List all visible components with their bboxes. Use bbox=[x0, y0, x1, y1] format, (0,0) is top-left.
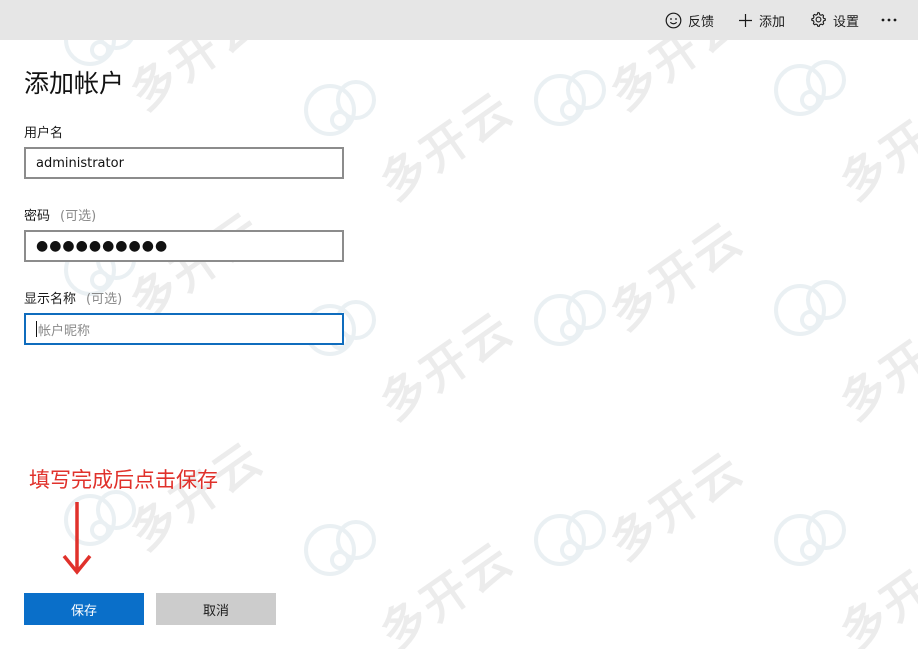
display-name-label-text: 显示名称 bbox=[24, 292, 77, 307]
password-field[interactable]: ●●●●●●●●●● bbox=[24, 230, 344, 262]
display-name-optional-hint: (可选) bbox=[86, 292, 123, 307]
annotation-text: 填写完成后点击保存 bbox=[29, 468, 218, 492]
watermark-text: 多开云 bbox=[599, 440, 754, 571]
settings-button[interactable]: 设置 bbox=[809, 0, 859, 40]
settings-label: 设置 bbox=[833, 14, 860, 30]
username-label: 用户名 bbox=[24, 122, 63, 141]
page-title: 添加帐户 bbox=[24, 69, 125, 98]
ellipsis-icon bbox=[881, 18, 897, 22]
cancel-button[interactable]: 取消 bbox=[156, 593, 276, 625]
display-name-placeholder: 帐户昵称 bbox=[38, 323, 91, 339]
plus-icon bbox=[739, 13, 752, 27]
watermark-text: 多开云 bbox=[369, 530, 524, 649]
text-caret bbox=[36, 321, 37, 337]
username-value: administrator bbox=[36, 155, 124, 171]
password-label: 密码 (可选) bbox=[24, 205, 96, 224]
watermark-text: 多开云 bbox=[829, 530, 918, 649]
down-arrow-icon bbox=[62, 502, 92, 575]
feedback-label: 反馈 bbox=[688, 14, 715, 30]
username-field[interactable]: administrator bbox=[24, 147, 344, 179]
gear-icon bbox=[811, 11, 826, 27]
watermark-text: 多开云 bbox=[599, 210, 754, 341]
watermark-text: 多开云 bbox=[369, 300, 524, 431]
feedback-button[interactable]: 反馈 bbox=[665, 0, 714, 40]
password-label-text: 密码 bbox=[24, 209, 51, 224]
smiley-icon bbox=[665, 12, 682, 28]
password-optional-hint: (可选) bbox=[60, 209, 97, 224]
display-name-label: 显示名称 (可选) bbox=[24, 288, 122, 307]
username-label-text: 用户名 bbox=[24, 126, 64, 141]
password-value: ●●●●●●●●●● bbox=[36, 238, 169, 254]
watermark-text: 多开云 bbox=[829, 300, 918, 431]
add-label: 添加 bbox=[759, 14, 786, 30]
save-button[interactable]: 保存 bbox=[24, 593, 144, 625]
watermark-text: 多开云 bbox=[369, 80, 524, 211]
command-bar: 反馈 添加 设置 bbox=[0, 0, 918, 40]
more-button[interactable] bbox=[880, 0, 898, 40]
add-button[interactable]: 添加 bbox=[738, 0, 785, 40]
display-name-field[interactable]: 帐户昵称 bbox=[24, 313, 344, 345]
watermark-text: 多开云 bbox=[829, 80, 918, 211]
